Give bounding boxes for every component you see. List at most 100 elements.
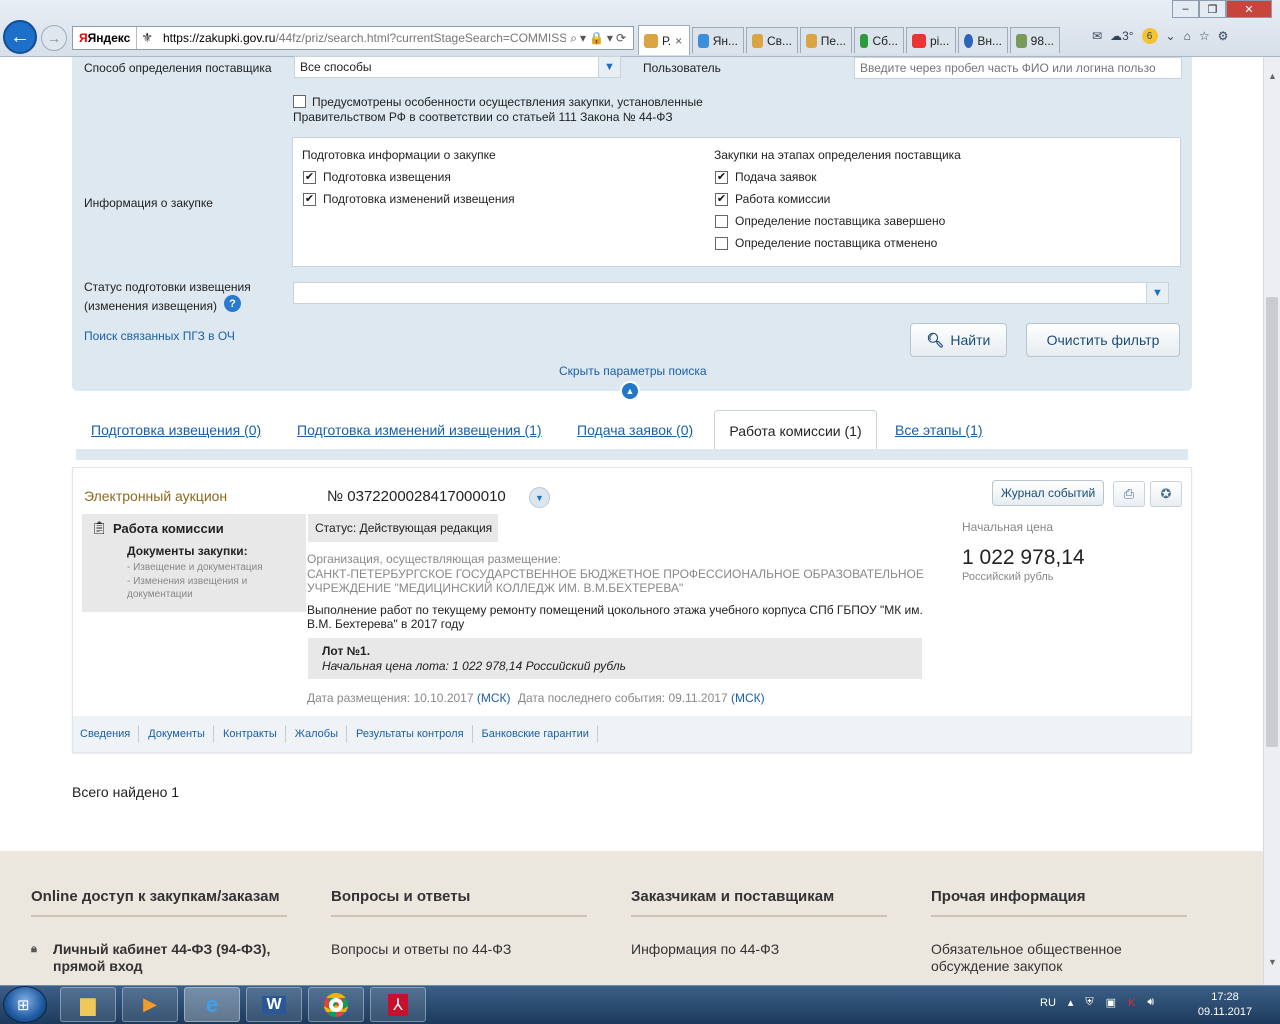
stage-item[interactable]: ✔ Работа комиссии [715, 188, 830, 210]
method-select[interactable]: Все способы ▼ [294, 56, 621, 78]
prep-item[interactable]: ✔ Подготовка извещения [303, 166, 451, 188]
taskbar-ie[interactable]: e [184, 987, 240, 1022]
star-icon[interactable]: ☆ [1199, 29, 1210, 43]
minimize-button[interactable]: – [1172, 0, 1199, 18]
vertical-scrollbar[interactable]: ▲ ▼ [1263, 57, 1280, 985]
notification-badge[interactable]: 6 [1141, 28, 1158, 44]
footer-link[interactable]: Вопросы и ответы по 44-ФЗ [331, 941, 587, 958]
checkbox[interactable]: ✔ [715, 170, 728, 184]
address-actions[interactable]: ⌕▾🔒▾⟳ [566, 31, 633, 46]
checkbox[interactable] [715, 236, 728, 250]
user-input[interactable] [854, 57, 1182, 79]
chevron-down-icon[interactable]: ▼ [1146, 283, 1168, 303]
related-search-link[interactable]: Поиск связанных ПГЗ в ОЧ [84, 329, 235, 343]
footer-link[interactable]: Информация по 44-ФЗ [631, 941, 887, 958]
scroll-up-icon[interactable]: ▲ [1268, 71, 1277, 81]
find-button[interactable]: 🔍︎ Найти [910, 323, 1007, 357]
browser-tab[interactable]: Пе... [800, 27, 852, 53]
stage-item[interactable]: ✔ Подача заявок [715, 166, 817, 188]
taskbar-pdf[interactable]: ⅄ [370, 987, 426, 1022]
antivirus-icon[interactable]: ⛨ [1085, 996, 1093, 1009]
start-button[interactable]: ⊞ [3, 986, 47, 1023]
browser-tab[interactable]: Св... [746, 27, 798, 53]
tab-commission[interactable]: Работа комиссии (1) [714, 410, 877, 450]
tab-all-stages[interactable]: Все этапы (1) [895, 422, 983, 438]
procurement-number[interactable]: № 0372200028417000010 [327, 488, 506, 505]
tab-applications[interactable]: Подача заявок (0) [577, 422, 693, 438]
link-control-results[interactable]: Результаты контроля [356, 725, 473, 743]
stage-item[interactable]: Определение поставщика отменено [715, 232, 937, 254]
award-button[interactable]: ✪ [1150, 481, 1182, 507]
forward-button[interactable]: → [41, 25, 67, 51]
msk-link[interactable]: (МСК) [731, 691, 765, 705]
link-documents[interactable]: Документы [148, 725, 214, 743]
browser-tab[interactable]: Ян... [692, 27, 744, 53]
browser-tab[interactable]: 98... [1010, 27, 1060, 53]
scrollbar-thumb[interactable] [1266, 297, 1278, 747]
chevron-down-icon[interactable]: ▼ [529, 487, 550, 508]
taskbar-media[interactable]: ▶ [122, 987, 178, 1022]
chevron-down-icon[interactable]: ▼ [598, 57, 620, 77]
docs-link-changes[interactable]: - Изменения извещения и [127, 576, 247, 587]
org-name-line1[interactable]: САНКТ-ПЕТЕРБУРГСКОЕ ГОСУДАРСТВЕННОЕ БЮДЖ… [307, 567, 924, 581]
yandex-search-logo[interactable]: Я Яндекс [73, 27, 138, 49]
footer-link[interactable]: 🔒︎ Личный кабинет 44-ФЗ (94-ФЗ), прямой в… [31, 941, 287, 975]
taskbar-explorer[interactable]: ▆ [60, 987, 116, 1022]
docs-link-changes-cont[interactable]: документации [127, 589, 193, 600]
scroll-down-icon[interactable]: ▼ [1268, 957, 1277, 967]
weather-icon[interactable]: ☁3° [1110, 29, 1133, 43]
kaspersky-icon[interactable]: K [1128, 997, 1135, 1009]
toolbar-right: ✉ ☁3° 6 ⌄ ⌂ ☆ ⚙ [1092, 28, 1228, 44]
checkbox[interactable] [715, 214, 728, 228]
stage-item[interactable]: Определение поставщика завершено [715, 210, 945, 232]
close-window-button[interactable]: ✕ [1226, 0, 1272, 18]
clock[interactable]: 17:28 09.11.2017 [1190, 990, 1260, 1020]
tray-expand-icon[interactable]: ▴ [1068, 996, 1074, 1009]
prep-item[interactable]: ✔ Подготовка изменений извещения [303, 188, 515, 210]
browser-tab[interactable]: Сб... [854, 27, 904, 53]
org-name-line2[interactable]: УЧРЕЖДЕНИЕ "МЕДИЦИНСКИЙ КОЛЛЕДЖ ИМ. В.М.… [307, 581, 683, 595]
volume-icon[interactable]: 🔊︎ [1147, 996, 1154, 1009]
link-complaints[interactable]: Жалобы [295, 725, 347, 743]
checkbox[interactable]: ✔ [715, 192, 728, 206]
tab-label: 98... [1030, 33, 1054, 48]
checkbox[interactable]: ✔ [303, 170, 316, 184]
browser-tab[interactable]: pi... [906, 27, 956, 53]
taskbar-word[interactable]: W [246, 987, 302, 1022]
browser-tab[interactable]: Вн... [958, 27, 1008, 53]
help-icon[interactable]: ? [224, 295, 241, 312]
chevron-down-icon[interactable]: ⌄ [1166, 29, 1176, 43]
network-icon[interactable]: ▣ [1106, 996, 1116, 1009]
browser-tab-active[interactable]: Р. × [638, 25, 690, 55]
url-text[interactable]: https://zakupki.gov.ru/44fz/priz/search.… [157, 31, 566, 45]
journal-button[interactable]: Журнал событий [992, 480, 1104, 506]
mail-icon[interactable]: ✉ [1092, 29, 1102, 43]
print-button[interactable]: ⎙ [1113, 481, 1145, 507]
msk-link[interactable]: (МСК) [477, 691, 511, 705]
link-details[interactable]: Сведения [80, 725, 140, 743]
checkbox[interactable]: ✔ [303, 192, 316, 206]
clear-filter-button[interactable]: Очистить фильтр [1026, 323, 1180, 357]
home-icon[interactable]: ⌂ [1184, 29, 1191, 43]
back-button[interactable]: ← [3, 20, 37, 54]
feature-checkbox[interactable] [293, 95, 306, 108]
restore-button[interactable]: ❐ [1199, 0, 1226, 18]
gear-icon[interactable]: ⚙ [1218, 29, 1229, 43]
footer-link[interactable]: Обязательное общественное обсуждение зак… [931, 941, 1187, 975]
window-controls: – ❐ ✕ [1172, 0, 1272, 18]
hide-params-link[interactable]: Скрыть параметры поиска [559, 364, 707, 378]
link-bank-guarantees[interactable]: Банковские гарантии [482, 725, 598, 743]
folder-icon: ▆ [80, 994, 96, 1016]
docs-link-notice[interactable]: - Извещение и документация [127, 562, 263, 573]
tab-notice-changes[interactable]: Подготовка изменений извещения (1) [297, 422, 542, 438]
collapse-up-icon[interactable]: ▲ [620, 381, 640, 401]
taskbar-chrome[interactable] [308, 987, 364, 1022]
status-select[interactable]: ▼ [293, 282, 1169, 304]
tab-close-icon[interactable]: × [675, 34, 682, 48]
address-bar[interactable]: Я Яндекс ⚜ https://zakupki.gov.ru/44fz/pr… [72, 26, 634, 50]
emblem-icon: ⚜ [141, 30, 153, 45]
tab-notice-prep[interactable]: Подготовка извещения (0) [91, 422, 261, 438]
link-contracts[interactable]: Контракты [223, 725, 286, 743]
feature-checkbox-row[interactable]: Предусмотрены особенности осуществления … [293, 95, 703, 109]
language-indicator[interactable]: RU [1040, 997, 1056, 1009]
